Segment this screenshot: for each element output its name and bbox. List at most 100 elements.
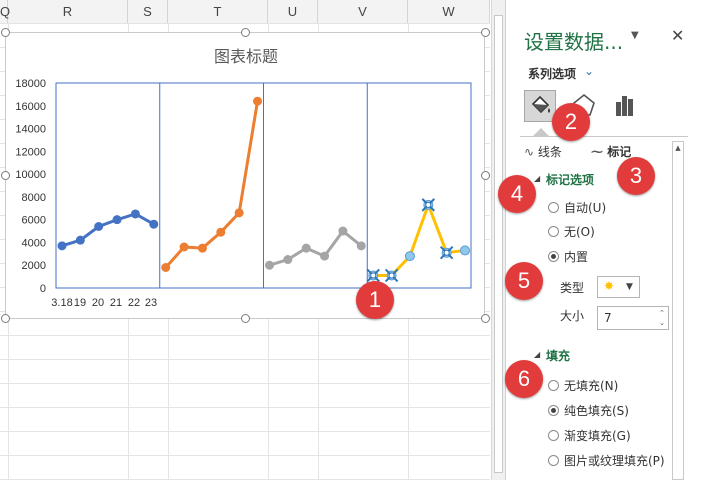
data-point: [234, 208, 244, 218]
radio-marker-builtin[interactable]: [548, 251, 559, 262]
x-tick-label: 3.18: [51, 297, 72, 309]
series-options-tab[interactable]: [609, 90, 641, 122]
column-header-w[interactable]: W: [408, 0, 490, 23]
marker-type-label: 类型: [560, 281, 585, 295]
radio-fill-none[interactable]: [548, 380, 559, 391]
collapse-triangle-icon[interactable]: ◢: [534, 174, 540, 183]
data-point: [216, 227, 226, 237]
column-header-s[interactable]: S: [128, 0, 168, 23]
y-tick-label: 2000: [22, 260, 46, 272]
sheet-vertical-scrollbar[interactable]: [491, 0, 505, 480]
series-options-dropdown[interactable]: 系列选项: [528, 65, 576, 82]
spreadsheet-grid[interactable]: Q R S T U V W 图表标题 0 2000 4000 6000 8000 1000…: [0, 0, 490, 480]
data-point: [356, 241, 366, 251]
chevron-down-icon[interactable]: ⌄: [584, 64, 594, 78]
data-point: [57, 241, 67, 251]
column-header-u[interactable]: U: [268, 0, 318, 23]
scroll-up-icon[interactable]: ▲: [673, 142, 683, 154]
close-icon[interactable]: ✕: [671, 26, 684, 45]
column-header-t[interactable]: T: [168, 0, 268, 23]
annotation-badge-5: 5: [505, 262, 543, 300]
resize-handle-top-right[interactable]: [481, 28, 490, 37]
subtab-marker[interactable]: ⁓ 标记: [591, 143, 631, 160]
spin-up-icon[interactable]: ⌃: [659, 309, 665, 317]
data-point: [197, 243, 207, 253]
series-line: [164, 100, 259, 269]
format-data-series-pane: 设置数据... ▼ ✕ 系列选项 ⌄ ∿ 线条 ⁓ 标记 ▲ ◢ 标记选项 自动…: [505, 0, 701, 480]
data-point: [112, 215, 122, 225]
marker-icon: ⁓: [591, 145, 603, 159]
annotation-badge-6: 6: [505, 360, 543, 398]
collapse-triangle-icon[interactable]: ◢: [534, 350, 540, 359]
x-tick-label: 23: [145, 297, 157, 309]
chart-area[interactable]: 图表标题 0 2000 4000 6000 8000 10000 12000 14000 160…: [5, 32, 485, 319]
grid-hline: [0, 359, 490, 360]
resize-handle-top[interactable]: [241, 28, 250, 37]
active-tab-indicator: [533, 128, 549, 136]
data-point: [94, 222, 104, 231]
caret-down-icon[interactable]: ▼: [631, 30, 639, 41]
annotation-badge-4: 4: [498, 175, 536, 213]
resize-handle-bottom[interactable]: [241, 314, 250, 323]
grid-hline: [0, 407, 490, 408]
column-header-row: Q R S T U V W: [0, 0, 490, 24]
radio-marker-auto-label: 自动(U): [564, 201, 607, 215]
data-point: [253, 96, 262, 106]
column-header-r[interactable]: R: [8, 0, 128, 23]
data-point: [301, 243, 311, 253]
radio-marker-builtin-label: 内置: [564, 250, 589, 264]
data-point: [179, 242, 189, 252]
grid-hline: [0, 383, 490, 384]
paint-bucket-icon: [531, 95, 550, 114]
grid-hline: [0, 23, 490, 24]
data-point: [404, 251, 415, 262]
marker-size-stepper[interactable]: 7 ⌃ ⌄: [597, 306, 669, 330]
annotation-badge-2: 2: [552, 103, 590, 141]
star-marker-icon: ✸: [604, 279, 615, 293]
data-point: [265, 260, 274, 270]
radio-fill-solid[interactable]: [548, 405, 559, 416]
radio-marker-none[interactable]: [548, 226, 559, 237]
x-tick-label: 22: [128, 297, 140, 309]
fill-line-tab[interactable]: [524, 90, 556, 122]
tab-divider: [520, 136, 688, 137]
x-tick-label: 20: [92, 297, 104, 309]
data-point: [460, 245, 470, 256]
marker-size-value: 7: [604, 311, 612, 325]
resize-handle-top-left[interactable]: [1, 28, 10, 37]
series-line: [61, 212, 155, 248]
plot-area[interactable]: 0 2000 4000 6000 8000 10000 12000 14000 16000 180…: [6, 33, 486, 320]
radio-fill-picture[interactable]: [548, 455, 559, 466]
dropdown-arrow-icon: ▼: [626, 282, 633, 292]
marker-type-select[interactable]: ✸ ▼: [597, 276, 640, 298]
data-point: [75, 235, 85, 245]
radio-marker-none-label: 无(O): [564, 225, 595, 239]
x-tick-label: 19: [74, 297, 86, 309]
subtab-line[interactable]: ∿ 线条: [524, 143, 562, 160]
resize-handle-bottom-left[interactable]: [1, 314, 10, 323]
data-point: [320, 251, 330, 261]
data-point: [283, 255, 293, 265]
grid-hline: [0, 431, 490, 432]
resize-handle-left[interactable]: [1, 171, 10, 180]
marker-size-label: 大小: [560, 309, 585, 323]
spin-down-icon[interactable]: ⌄: [659, 319, 665, 327]
selection-handle: [443, 249, 450, 256]
scrollbar-thumb[interactable]: [494, 15, 503, 473]
pane-scrollbar[interactable]: ▲: [672, 141, 684, 480]
column-header-q[interactable]: Q: [0, 0, 10, 23]
annotation-badge-3: 3: [617, 157, 655, 195]
y-tick-label: 8000: [22, 192, 46, 204]
section-fill[interactable]: 填充: [546, 347, 570, 364]
data-point: [130, 209, 140, 219]
selection-handle: [425, 201, 432, 208]
resize-handle-right[interactable]: [481, 171, 490, 180]
radio-marker-auto[interactable]: [548, 202, 559, 213]
y-tick-label: 6000: [22, 215, 46, 227]
resize-handle-bottom-right[interactable]: [481, 314, 490, 323]
radio-fill-gradient[interactable]: [548, 430, 559, 441]
column-header-v[interactable]: V: [318, 0, 408, 23]
section-marker-options[interactable]: 标记选项: [546, 171, 594, 188]
data-point: [338, 226, 348, 236]
y-tick-label: 16000: [15, 101, 46, 113]
